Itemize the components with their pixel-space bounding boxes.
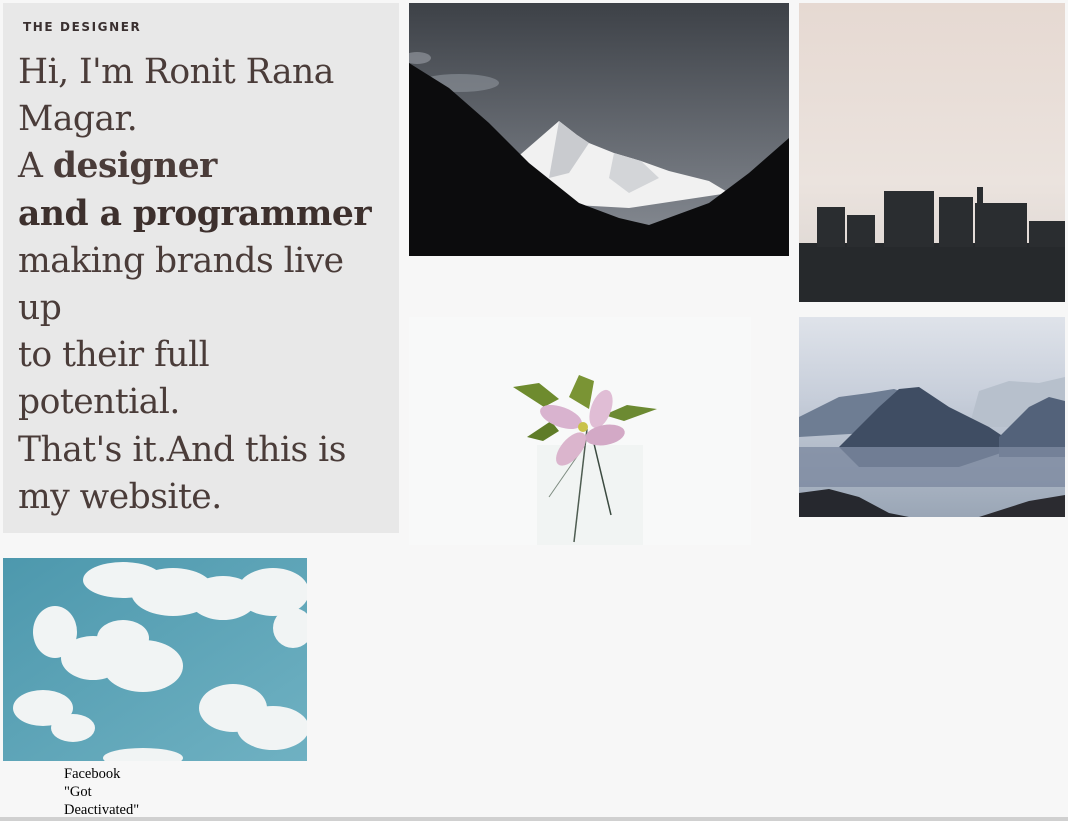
bio-line: A designer — [18, 143, 390, 190]
bio-line-a: A — [18, 146, 53, 187]
facebook-caption: Facebook "Got Deactivated" — [64, 765, 164, 819]
caption-line: "Got — [64, 784, 92, 800]
bio-line: That's it.And this is — [18, 429, 346, 470]
caption-line: Facebook — [64, 766, 121, 782]
flower-image[interactable] — [409, 317, 751, 545]
bio-line: Magar. — [18, 99, 138, 140]
intro-kicker: THE DESIGNER — [23, 20, 142, 34]
bio-line: Hi, I'm Ronit Rana — [18, 52, 334, 92]
misty-mountains-image[interactable] — [799, 317, 1065, 517]
intro-bio: Hi, I'm Ronit Rana Magar. A designer and… — [18, 49, 390, 521]
clouds-image[interactable] — [3, 558, 307, 761]
bio-line: my website. — [18, 476, 222, 517]
bio-line-designer: designer — [52, 146, 217, 187]
bio-line: potential. — [18, 382, 180, 423]
intro-card: THE DESIGNER Hi, I'm Ronit Rana Magar. A… — [3, 3, 399, 533]
horizontal-scrollbar[interactable] — [0, 817, 1068, 821]
bio-line: up — [18, 288, 62, 329]
city-skyline-image[interactable] — [799, 3, 1065, 302]
bio-line: to their full — [18, 335, 210, 376]
bio-line: making brands live — [18, 240, 344, 281]
bio-line: and a programmer — [18, 193, 372, 234]
mountain-peak-image[interactable] — [409, 3, 789, 256]
